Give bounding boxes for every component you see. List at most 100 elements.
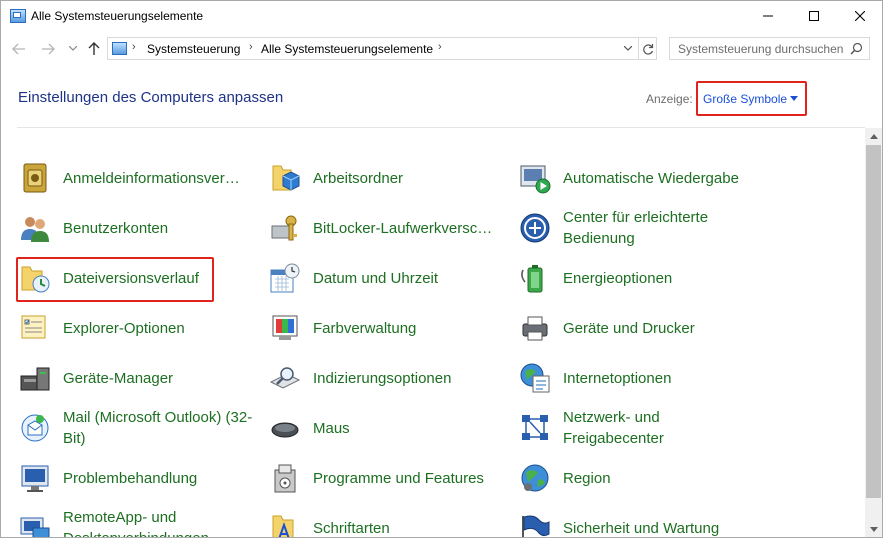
item-label: Explorer-Optionen xyxy=(63,319,185,337)
control-panel-app-icon xyxy=(10,9,26,23)
item-remoteapp[interactable]: RemoteApp- und Desktopverbindungen xyxy=(19,504,259,537)
item-label: Energieoptionen xyxy=(563,269,673,287)
address-history-button[interactable] xyxy=(618,38,638,59)
scroll-down-button[interactable] xyxy=(865,521,882,537)
item-mail[interactable]: Mail (Microsoft Outlook) (32-Bit) xyxy=(19,404,259,452)
item-label: Mail (Microsoft Outlook) (32-Bit) xyxy=(63,409,253,447)
autoplay-icon xyxy=(520,165,551,194)
item-label: Anmeldeinformationsverwaltung xyxy=(63,169,247,187)
item-label: BitLocker-Laufwerkverschlüsselung xyxy=(313,219,497,237)
search-placeholder: Systemsteuerung durchsuchen xyxy=(678,42,844,56)
control-panel-icon xyxy=(112,42,127,55)
item-label: Center für erleichterte Bedienung xyxy=(563,209,709,247)
close-button[interactable] xyxy=(837,1,882,31)
search-icon xyxy=(850,42,863,55)
item-label: Sicherheit und Wartung xyxy=(563,519,720,537)
troubleshooting-icon xyxy=(21,465,49,492)
chevron-down-icon xyxy=(69,46,77,51)
breadcrumb-separator-icon[interactable]: › xyxy=(249,41,253,53)
item-programme-und-features[interactable]: Programme und Features xyxy=(269,454,509,502)
region-icon xyxy=(521,464,549,492)
page-title: Einstellungen des Computers anpassen xyxy=(18,89,284,106)
dateiversionsverlauf-highlight xyxy=(16,257,214,302)
security-maintenance-icon xyxy=(522,515,550,537)
item-problembehandlung[interactable]: Problembehandlung xyxy=(19,454,259,502)
item-geraete-manager[interactable]: Geräte-Manager xyxy=(19,354,259,402)
forward-button[interactable] xyxy=(39,40,57,58)
work-folders-icon xyxy=(272,165,300,191)
up-button[interactable] xyxy=(85,40,103,58)
arrow-left-icon xyxy=(12,43,25,55)
recent-locations-button[interactable] xyxy=(64,40,82,58)
devices-printers-icon xyxy=(522,316,548,341)
chevron-down-icon xyxy=(624,46,632,51)
date-time-icon xyxy=(270,263,300,293)
item-explorer-optionen[interactable]: Explorer-Optionen xyxy=(19,304,259,352)
item-benutzerkonten[interactable]: Benutzerkonten xyxy=(19,204,259,252)
item-label: Indizierungsoptionen xyxy=(313,369,452,387)
view-label: Anzeige: xyxy=(646,92,693,106)
item-label: Arbeitsordner xyxy=(313,169,404,187)
mouse-icon xyxy=(271,422,299,438)
item-schriftarten[interactable]: Schriftarten xyxy=(269,504,509,537)
scroll-up-button[interactable] xyxy=(865,128,882,145)
item-region[interactable]: Region xyxy=(519,454,759,502)
breadcrumb-separator-icon[interactable]: › xyxy=(132,41,136,53)
breadcrumb-all-items[interactable]: Alle Systemsteuerungselemente xyxy=(261,42,433,56)
arrow-right-icon xyxy=(42,43,55,55)
internet-options-icon xyxy=(520,363,550,393)
user-accounts-icon xyxy=(21,217,49,242)
address-bar[interactable]: › Systemsteuerung › Alle Systemsteuerung… xyxy=(107,37,657,60)
item-label: Geräte und Drucker xyxy=(563,319,695,337)
item-geraete-und-drucker[interactable]: Geräte und Drucker xyxy=(519,304,759,352)
item-maus[interactable]: Maus xyxy=(269,404,509,452)
item-netzwerk-und-freigabecenter[interactable]: Netzwerk- und Freigabecenter xyxy=(519,404,759,452)
item-sicherheit-und-wartung[interactable]: Sicherheit und Wartung xyxy=(519,504,759,537)
item-energieoptionen[interactable]: Energieoptionen xyxy=(519,254,759,302)
programs-features-icon xyxy=(274,464,296,493)
item-datum-und-uhrzeit[interactable]: Datum und Uhrzeit xyxy=(269,254,509,302)
control-panel-window: Alle Systemsteuerungselemente › Systemst… xyxy=(0,0,883,538)
item-label: Schriftarten xyxy=(313,519,390,537)
credential-manager-icon xyxy=(23,163,47,193)
title-bar: Alle Systemsteuerungselemente xyxy=(1,1,882,32)
breadcrumb-systemsteuerung[interactable]: Systemsteuerung xyxy=(147,42,240,56)
item-label: Benutzerkonten xyxy=(63,219,169,237)
minimize-icon xyxy=(763,15,773,17)
scroll-thumb[interactable] xyxy=(866,145,881,498)
ease-of-access-icon xyxy=(520,213,550,243)
refresh-icon xyxy=(643,43,654,55)
search-box[interactable]: Systemsteuerung durchsuchen xyxy=(669,37,870,60)
breadcrumb-separator-icon[interactable]: › xyxy=(438,41,442,53)
item-indizierungsoptionen[interactable]: Indizierungsoptionen xyxy=(269,354,509,402)
item-anmeldeinformationsverwaltung[interactable]: Anmeldeinformationsverwaltung xyxy=(19,154,259,202)
item-label: Netzwerk- und Freigabecenter xyxy=(563,409,664,447)
item-farbverwaltung[interactable]: Farbverwaltung xyxy=(269,304,509,352)
chevron-up-icon xyxy=(869,134,878,139)
maximize-icon xyxy=(809,11,819,21)
chevron-down-icon xyxy=(869,527,878,532)
explorer-options-icon xyxy=(21,315,46,339)
arrow-up-icon xyxy=(88,42,100,55)
item-internetoptionen[interactable]: Internetoptionen xyxy=(519,354,759,402)
item-center-erleichterte-bedienung[interactable]: Center für erleichterte Bedienung xyxy=(519,204,759,252)
item-bitlocker[interactable]: BitLocker-Laufwerkverschlüsselung xyxy=(269,204,509,252)
window-title: Alle Systemsteuerungselemente xyxy=(31,9,204,23)
item-label: Datum und Uhrzeit xyxy=(313,269,439,287)
item-arbeitsordner[interactable]: Arbeitsordner xyxy=(269,154,509,202)
minimize-button[interactable] xyxy=(745,1,791,31)
vertical-scrollbar[interactable] xyxy=(865,128,882,537)
back-button[interactable] xyxy=(10,40,28,58)
chevron-down-icon[interactable] xyxy=(790,96,798,101)
item-label: Maus xyxy=(313,419,350,437)
item-label: RemoteApp- und Desktopverbindungen xyxy=(63,509,209,537)
item-label: Geräte-Manager xyxy=(63,369,174,387)
item-automatische-wiedergabe[interactable]: Automatische Wiedergabe xyxy=(519,154,759,202)
bitlocker-icon xyxy=(271,215,297,241)
view-selector[interactable]: Große Symbole xyxy=(703,92,787,106)
item-label: Region xyxy=(563,469,611,487)
item-label: Automatische Wiedergabe xyxy=(563,169,739,187)
maximize-button[interactable] xyxy=(791,1,837,31)
mail-icon xyxy=(21,414,49,442)
refresh-button[interactable] xyxy=(638,38,657,59)
